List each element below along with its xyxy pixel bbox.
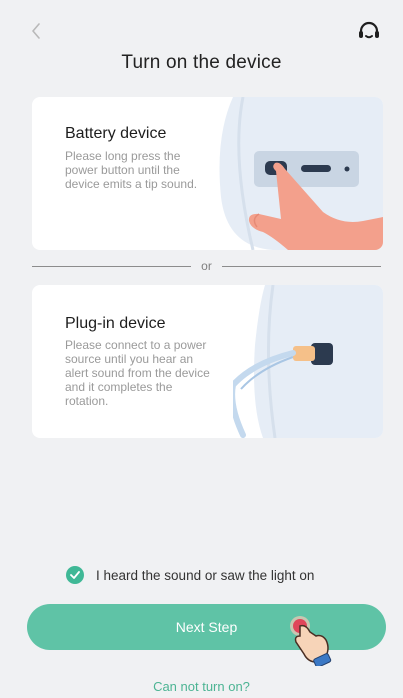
back-button[interactable] <box>26 20 46 42</box>
divider-label: or <box>201 259 212 273</box>
plug-in-device-illustration <box>233 285 383 438</box>
check-circle-icon[interactable] <box>66 566 84 584</box>
plug-in-device-description: Please connect to a power source until y… <box>65 338 210 408</box>
battery-device-description: Please long press the power button until… <box>65 149 198 191</box>
plug-in-device-title: Plug-in device <box>65 315 166 332</box>
page-title: Turn on the device <box>121 52 282 73</box>
battery-device-title: Battery device <box>65 125 167 142</box>
battery-device-illustration <box>219 97 383 250</box>
support-button[interactable] <box>355 18 383 46</box>
confirm-checkbox-row[interactable]: I heard the sound or saw the light on <box>66 566 314 584</box>
chevron-left-icon <box>32 23 40 39</box>
options-divider: or <box>32 258 382 274</box>
confirm-label: I heard the sound or saw the light on <box>96 567 315 583</box>
cannot-turn-on-link[interactable]: Can not turn on? <box>0 679 403 694</box>
divider-line-right <box>221 265 382 267</box>
divider-line-left <box>32 265 192 267</box>
headset-icon <box>359 21 379 39</box>
plug-in-device-card[interactable]: Plug-in device Please connect to a power… <box>32 285 383 438</box>
hand-pointer-icon <box>290 616 332 666</box>
battery-device-card[interactable]: Battery device Please long press the pow… <box>32 97 383 250</box>
